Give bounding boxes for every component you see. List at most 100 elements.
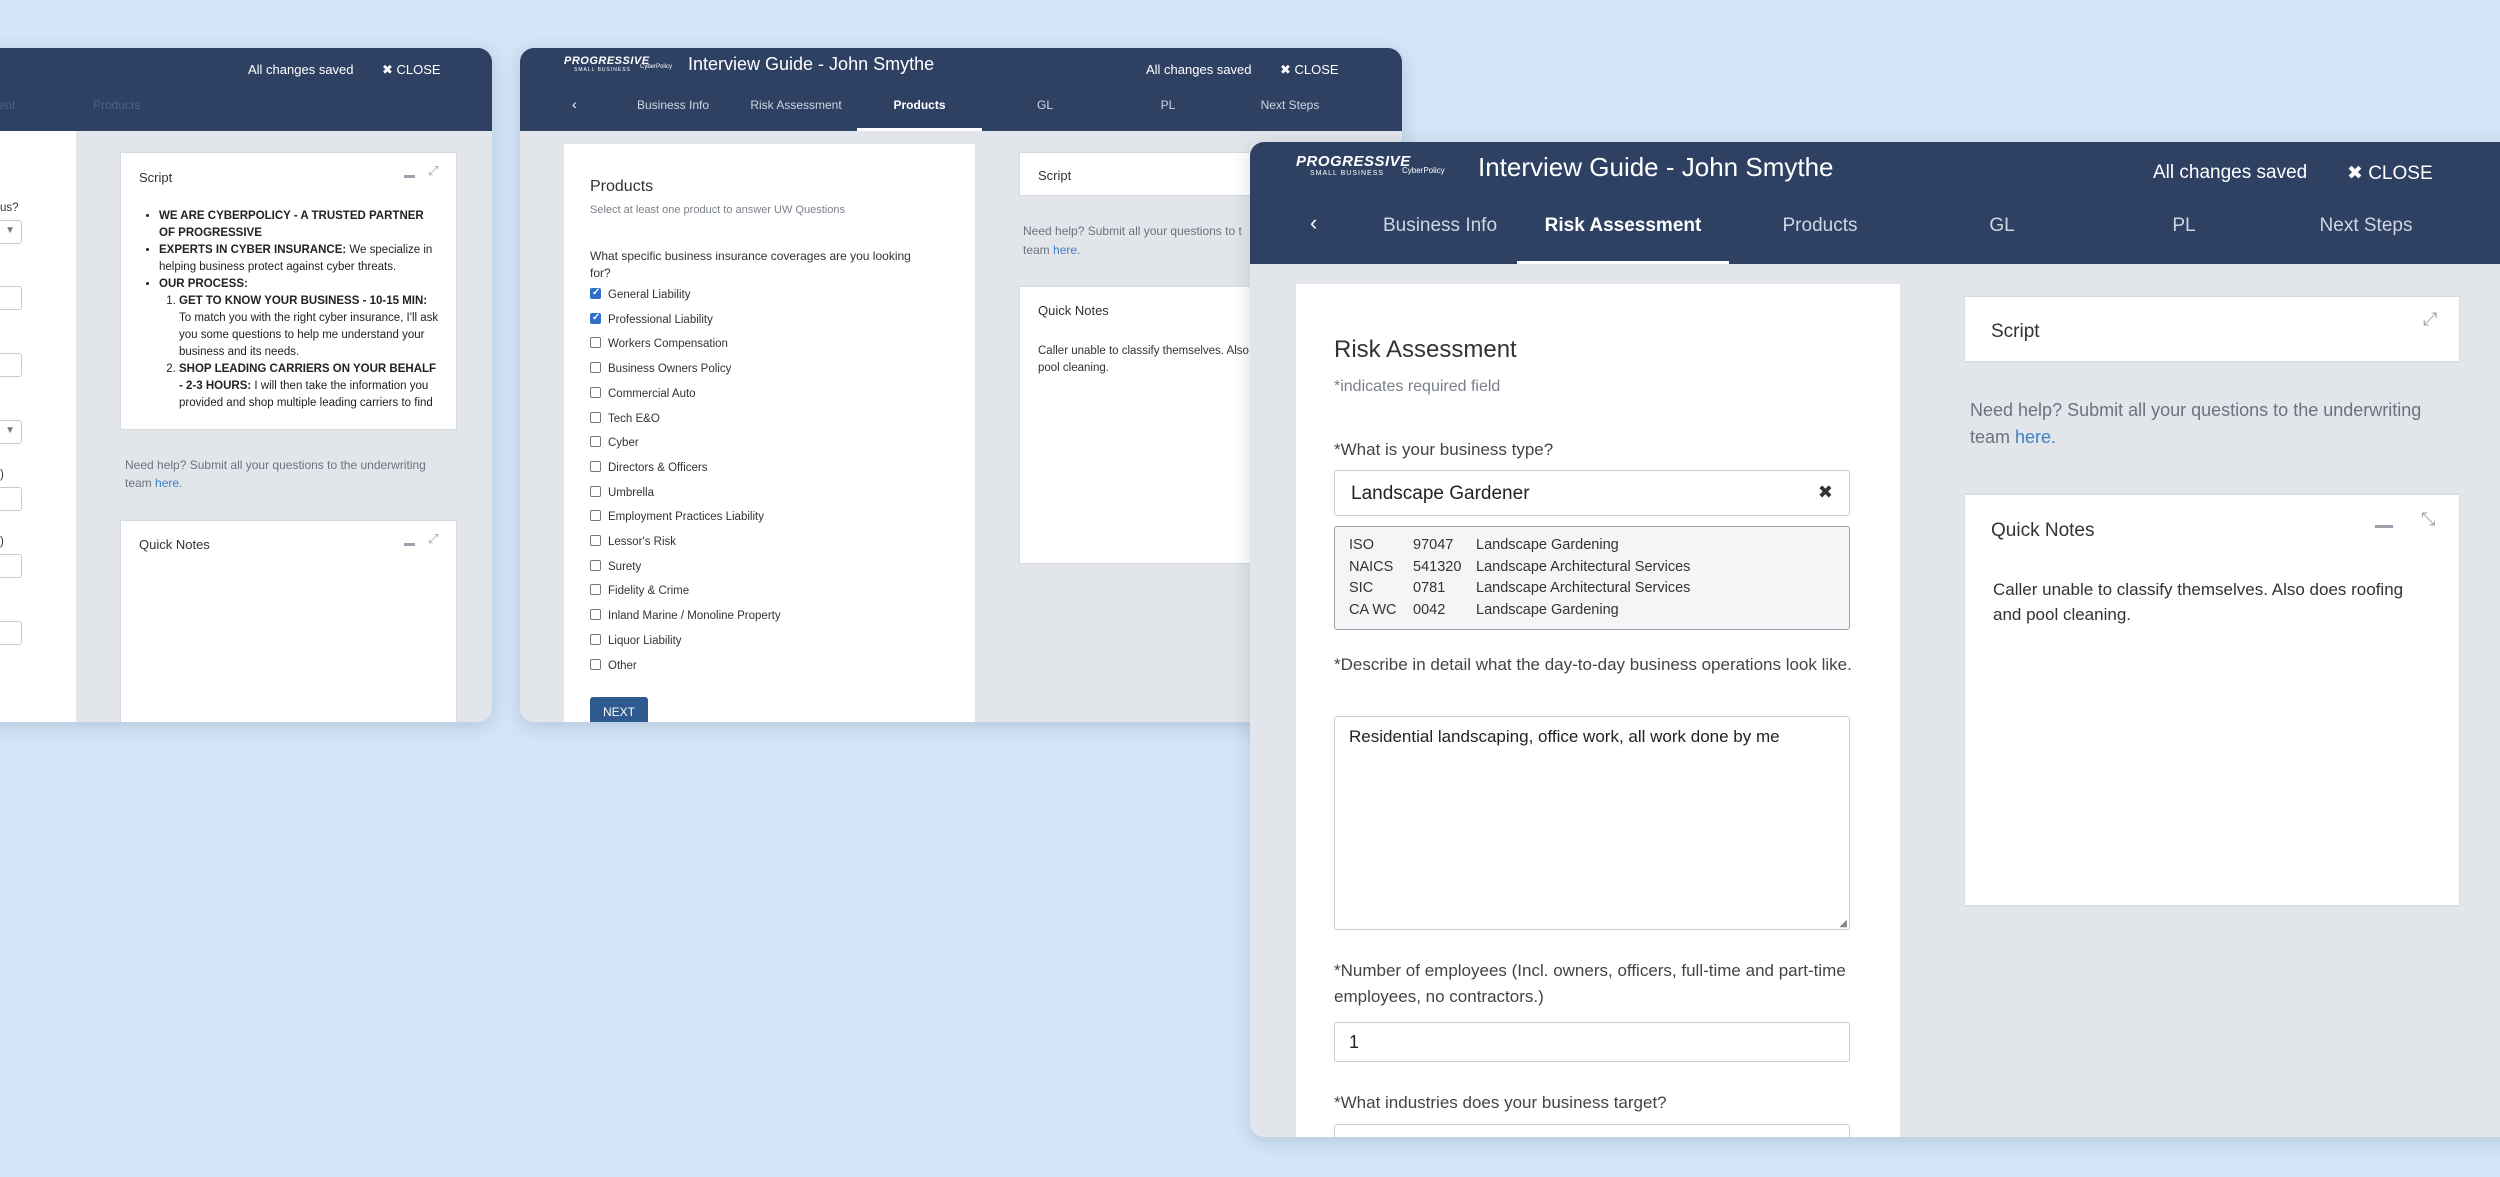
tab-pl[interactable]: PL <box>2099 215 2269 237</box>
coverage-option[interactable]: Commercial Auto <box>590 386 696 400</box>
tab-gl[interactable]: GL <box>980 98 1110 112</box>
classification-code: 0042 <box>1413 601 1446 618</box>
coverage-option[interactable]: Liquor Liability <box>590 633 682 647</box>
coverage-option[interactable]: Other <box>590 658 637 672</box>
coverage-option[interactable]: Fidelity & Crime <box>590 584 689 597</box>
business-type-input[interactable]: Landscape Gardener ✖ <box>1334 470 1850 516</box>
tab-risk-assessment[interactable]: Risk Assessment <box>1517 215 1729 264</box>
resize-handle-icon[interactable]: ◢ <box>1839 918 1847 929</box>
window-header: All changes saved ✖ CLOSE essment Produc… <box>0 48 492 131</box>
employees-label: *Number of employees (Incl. owners, offi… <box>1334 961 1846 1006</box>
employees-input[interactable]: 1 <box>1334 1022 1850 1062</box>
help-link[interactable]: here. <box>2015 427 2056 447</box>
classification-code: 0781 <box>1413 580 1446 596</box>
checkbox-unchecked[interactable] <box>590 633 601 645</box>
coverage-option-label: Cyber <box>608 437 639 450</box>
operations-textarea[interactable]: Residential landscaping, office work, al… <box>1334 716 1850 930</box>
coverage-option[interactable]: Cyber <box>590 436 639 449</box>
quick-notes-text[interactable]: Caller unable to classify themselves. Al… <box>1038 343 1278 377</box>
coverage-option[interactable]: Lessor's Risk <box>590 535 676 548</box>
checkbox-unchecked[interactable] <box>590 386 601 398</box>
close-button[interactable]: ✖ CLOSE <box>2347 162 2433 185</box>
classification-code: 541320 <box>1413 558 1462 575</box>
save-status: All changes saved <box>2153 162 2308 183</box>
help-link[interactable]: here. <box>155 476 182 490</box>
back-chevron-icon[interactable]: ‹ <box>572 96 577 112</box>
risk-assessment-form: Risk Assessment *indicates required fiel… <box>1296 284 1900 1137</box>
expand-icon[interactable]: ⤢ <box>428 163 438 179</box>
text-field[interactable] <box>0 353 22 377</box>
coverage-option[interactable]: Employment Practices Liability <box>590 510 764 523</box>
close-button[interactable]: ✖ CLOSE <box>1280 62 1339 78</box>
coverage-option[interactable]: Professional Liability <box>590 312 713 326</box>
checkbox-unchecked[interactable] <box>590 411 601 423</box>
checkbox-unchecked[interactable] <box>590 510 601 522</box>
tab-next-steps[interactable]: Next Steps <box>2281 215 2451 237</box>
collapse-icon[interactable]: ⤡ <box>2421 509 2435 530</box>
question-fragment: us? <box>0 202 19 214</box>
checkbox-unchecked[interactable] <box>590 337 601 349</box>
checkbox-unchecked[interactable] <box>590 362 601 374</box>
tab-products[interactable]: Products <box>93 98 140 112</box>
tab-products[interactable]: Products <box>1735 215 1905 237</box>
tab-business-info[interactable]: Business Info <box>608 98 738 112</box>
coverage-option[interactable]: Directors & Officers <box>590 460 708 474</box>
coverage-option[interactable]: Inland Marine / Monoline Property <box>590 609 781 622</box>
classification-code-type: NAICS <box>1349 558 1394 575</box>
close-icon: ✖ <box>1280 62 1295 77</box>
text-field[interactable] <box>0 487 22 511</box>
tab-business-info[interactable]: Business Info <box>1355 215 1525 237</box>
text-field[interactable] <box>0 286 22 310</box>
classification-desc: Landscape Gardening <box>1476 537 1619 553</box>
expand-icon[interactable]: ⤢ <box>428 531 438 547</box>
industries-input[interactable] <box>1334 1124 1850 1137</box>
coverage-option-label: Tech E&O <box>608 412 660 425</box>
coverage-option[interactable]: General Liability <box>590 287 690 301</box>
text-field[interactable] <box>0 621 22 645</box>
select-field[interactable]: ▼ <box>0 220 22 244</box>
script-title: Script <box>1038 168 1072 183</box>
classification-codes: ISO 97047 Landscape Gardening NAICS 541320 La… <box>1334 526 1850 630</box>
coverage-option[interactable]: Tech E&O <box>590 411 660 425</box>
tab-gl[interactable]: GL <box>1917 215 2087 237</box>
checkbox-checked[interactable] <box>590 287 601 299</box>
tab-products[interactable]: Products <box>857 98 982 131</box>
coverage-option[interactable]: Business Owners Policy <box>590 362 731 375</box>
tab-risk-assessment[interactable]: essment <box>0 98 15 112</box>
coverage-option[interactable]: Umbrella <box>590 485 654 499</box>
select-field[interactable]: ▼ <box>0 420 22 444</box>
coverage-option[interactable]: Workers Compensation <box>590 337 728 350</box>
interview-window-back: All changes saved ✖ CLOSE essment Produc… <box>0 48 492 722</box>
products-subtitle: Select at least one product to answer UW… <box>590 204 845 216</box>
back-chevron-icon[interactable]: ‹ <box>1310 210 1317 236</box>
checkbox-unchecked[interactable] <box>590 535 601 546</box>
coverage-option-label: Commercial Auto <box>608 387 696 400</box>
coverage-option[interactable]: Surety <box>590 559 641 573</box>
expand-icon[interactable]: ⤢ <box>2423 309 2437 330</box>
minimize-icon[interactable] <box>404 543 415 546</box>
window-header: PROGRESSIVE SMALL BUSINESS CyberPolicy I… <box>520 48 1402 131</box>
next-button[interactable]: NEXT <box>590 697 648 722</box>
checkbox-unchecked[interactable] <box>590 460 601 472</box>
text-field[interactable] <box>0 554 22 578</box>
close-button[interactable]: ✖ CLOSE <box>382 62 441 78</box>
coverage-option-label: Directors & Officers <box>608 461 708 474</box>
checkbox-unchecked[interactable] <box>590 559 601 571</box>
checkbox-unchecked[interactable] <box>590 584 601 596</box>
checkbox-unchecked[interactable] <box>590 658 601 670</box>
tab-next-steps[interactable]: Next Steps <box>1225 98 1355 112</box>
checkbox-unchecked[interactable] <box>590 609 601 621</box>
checkbox-unchecked[interactable] <box>590 485 601 497</box>
coverage-option-label: Professional Liability <box>608 313 713 326</box>
tab-risk-assessment[interactable]: Risk Assessment <box>731 98 861 112</box>
help-link[interactable]: here. <box>1053 243 1080 257</box>
quick-notes-text[interactable]: Caller unable to classify themselves. Al… <box>1993 577 2423 627</box>
checkbox-checked[interactable] <box>590 312 601 324</box>
help-text: Need help? Submit all your questions to … <box>1023 224 1242 257</box>
tab-pl[interactable]: PL <box>1103 98 1233 112</box>
minimize-icon[interactable] <box>2375 525 2393 528</box>
progressive-logo: PROGRESSIVE SMALL BUSINESS CyberPolicy <box>564 55 673 73</box>
minimize-icon[interactable] <box>404 175 415 178</box>
clear-icon[interactable]: ✖ <box>1818 482 1833 503</box>
checkbox-unchecked[interactable] <box>590 436 601 448</box>
